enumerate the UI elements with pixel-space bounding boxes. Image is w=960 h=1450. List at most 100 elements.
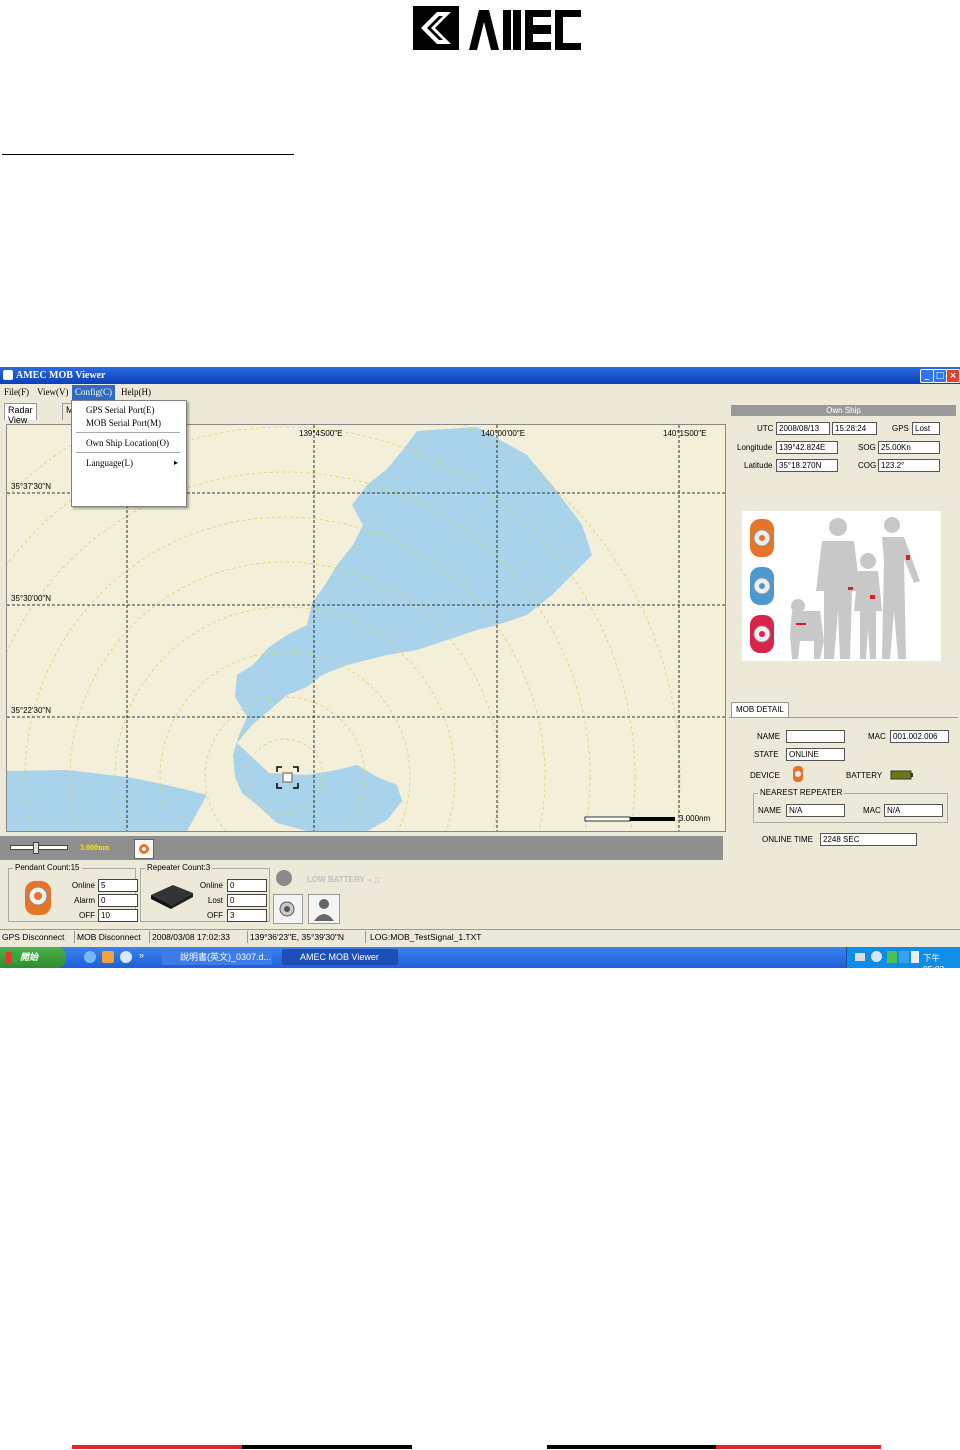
mob-status: MOB Disconnect [75, 931, 150, 943]
window-title: AMEC MOB Viewer [16, 370, 106, 381]
pendant-icon[interactable] [134, 839, 154, 859]
mob-name-field [786, 730, 845, 743]
datetime-status: 2008/03/08 17:02:33 [150, 931, 248, 943]
alarm-label: Alarm [74, 896, 95, 905]
mob-mac-field: 001.002.006 [890, 730, 949, 743]
utc-date-field: 2008/08/13 [776, 422, 830, 435]
menu-config[interactable]: Config(C) [72, 385, 115, 400]
pendant-off-value: 10 [98, 909, 138, 922]
rep-name-field: N/A [786, 804, 845, 817]
pendant-red-icon [750, 615, 774, 653]
maximize-button[interactable]: □ [933, 369, 947, 383]
network-icon[interactable] [887, 951, 897, 963]
rep-name-label: NAME [758, 806, 782, 815]
lat-label: 35°37'30"N [11, 482, 52, 491]
minimize-button[interactable]: _ [920, 369, 934, 383]
mob-serial-port-item[interactable]: MOB Serial Port(M) [86, 418, 161, 428]
scale-label: 3.000nm [679, 814, 711, 823]
device-pendant-icon [793, 766, 803, 782]
battery-icon [890, 770, 913, 780]
menu-file[interactable]: File(F) [4, 387, 29, 397]
quicklaunch-ie-icon[interactable] [84, 951, 96, 963]
repeater-group: Repeater Count:3 Online 0 Lost 0 OFF 3 [140, 863, 270, 922]
gps-serial-port-item[interactable]: GPS Serial Port(E) [86, 405, 155, 415]
title-bar: AMEC MOB Viewer _ □ × [0, 367, 960, 384]
rep-mac-field: N/A [884, 804, 943, 817]
own-ship-location-item[interactable]: Own Ship Location(O) [86, 438, 169, 448]
tab-radar-view[interactable]: Radar View [4, 403, 37, 425]
menu-help[interactable]: Help(H) [121, 387, 151, 397]
task-amec-mob-viewer[interactable]: AMEC MOB Viewer [282, 949, 398, 965]
own-ship-header: Own Ship [731, 405, 956, 416]
tray-arrow-icon[interactable] [871, 951, 882, 962]
task-document[interactable]: 說明書(英文)_0307.d... [162, 949, 272, 965]
lon-label: 140°1S00"E [663, 429, 707, 438]
sog-label: SOG [858, 443, 876, 452]
repeater-off-value: 3 [227, 909, 267, 922]
gps-label: GPS [892, 424, 909, 433]
footer-bar-black-left [242, 1445, 412, 1449]
pendant-orange-icon [750, 519, 774, 557]
right-panel: Own Ship UTC 2008/08/13 15:28:24 GPS Los… [729, 403, 959, 927]
footer-bar-red-left [72, 1445, 242, 1449]
range-slider-thumb[interactable] [33, 842, 39, 854]
log-status: LOG:MOB_TestSignal_1.TXT [370, 932, 482, 942]
name-label: NAME [757, 732, 781, 741]
language-item[interactable]: Language(L) [86, 458, 133, 468]
quicklaunch-chevron-icon[interactable]: » [139, 950, 144, 960]
online-time-label: ONLINE TIME [762, 835, 813, 844]
longitude-label: Longitude [737, 443, 773, 452]
lost-label: Lost [207, 896, 223, 905]
mob-state-field: ONLINE [786, 748, 845, 761]
latitude-field: 35°18.270N [776, 459, 838, 472]
gps-field: Lost [912, 422, 940, 435]
state-label: STATE [754, 750, 779, 759]
cog-label: COG [858, 461, 877, 470]
pendant-group: Pendant Count:15 Online 5 Alarm 0 OFF 10 [8, 863, 138, 922]
status-bar: GPS Disconnect MOB Disconnect 2008/03/08… [0, 929, 960, 944]
footer-bar-red-right [716, 1445, 881, 1449]
latitude-label: Latitude [744, 461, 773, 470]
repeater-online-value: 0 [227, 879, 267, 892]
footer-bar-black-right [547, 1445, 716, 1449]
cog-field: 123.2° [878, 459, 940, 472]
utc-label: UTC [757, 424, 774, 433]
repeater-lost-value: 0 [227, 894, 267, 907]
status-led-icon [276, 870, 292, 886]
mac-label: MAC [868, 732, 886, 741]
longitude-field: 139°42.824E [776, 441, 838, 454]
clock: 下午 05:02 [923, 953, 944, 968]
range-value: 3.000nm [80, 843, 110, 852]
off-label: OFF [79, 911, 95, 920]
online-label: Online [199, 881, 223, 890]
app-icon [3, 370, 13, 380]
keyboard-icon[interactable] [855, 953, 865, 961]
lon-label: 139°4S00"E [299, 429, 343, 438]
menu-bar: File(F) View(V) Config(C) Help(H) [0, 385, 960, 400]
off-label: OFF [207, 911, 223, 920]
tab-mob-detail[interactable]: MOB DETAIL [731, 702, 789, 717]
utc-time-field: 15:28:24 [832, 422, 877, 435]
person-button[interactable] [308, 894, 340, 924]
pendant-count-title: Pendant Count:15 [13, 863, 82, 872]
amec-logo [413, 4, 583, 52]
device-label: DEVICE [750, 771, 780, 780]
range-control-bar: 3.000nm [0, 836, 723, 860]
family-silhouette-icon [790, 517, 920, 659]
volume-icon[interactable] [911, 951, 919, 963]
online-label: Online [71, 881, 95, 890]
range-slider[interactable] [10, 842, 68, 854]
pendant-device-icon [25, 881, 51, 915]
pendant-alarm-value: 0 [98, 894, 138, 907]
battery-label: BATTERY [846, 771, 883, 780]
cursor-position-status: 139°36'23"E, 35°39'30"N [248, 931, 366, 943]
monitor-icon[interactable] [899, 951, 909, 963]
quicklaunch-browser-icon[interactable] [120, 951, 132, 963]
pendant-blue-icon [750, 567, 774, 605]
close-button[interactable]: × [946, 369, 960, 383]
sound-button[interactable] [273, 894, 303, 924]
lat-label: 35°22'30"N [11, 706, 52, 715]
quicklaunch-media-icon[interactable] [102, 951, 114, 963]
config-dropdown: GPS Serial Port(E) MOB Serial Port(M) Ow… [71, 400, 187, 507]
menu-view[interactable]: View(V) [37, 387, 68, 397]
